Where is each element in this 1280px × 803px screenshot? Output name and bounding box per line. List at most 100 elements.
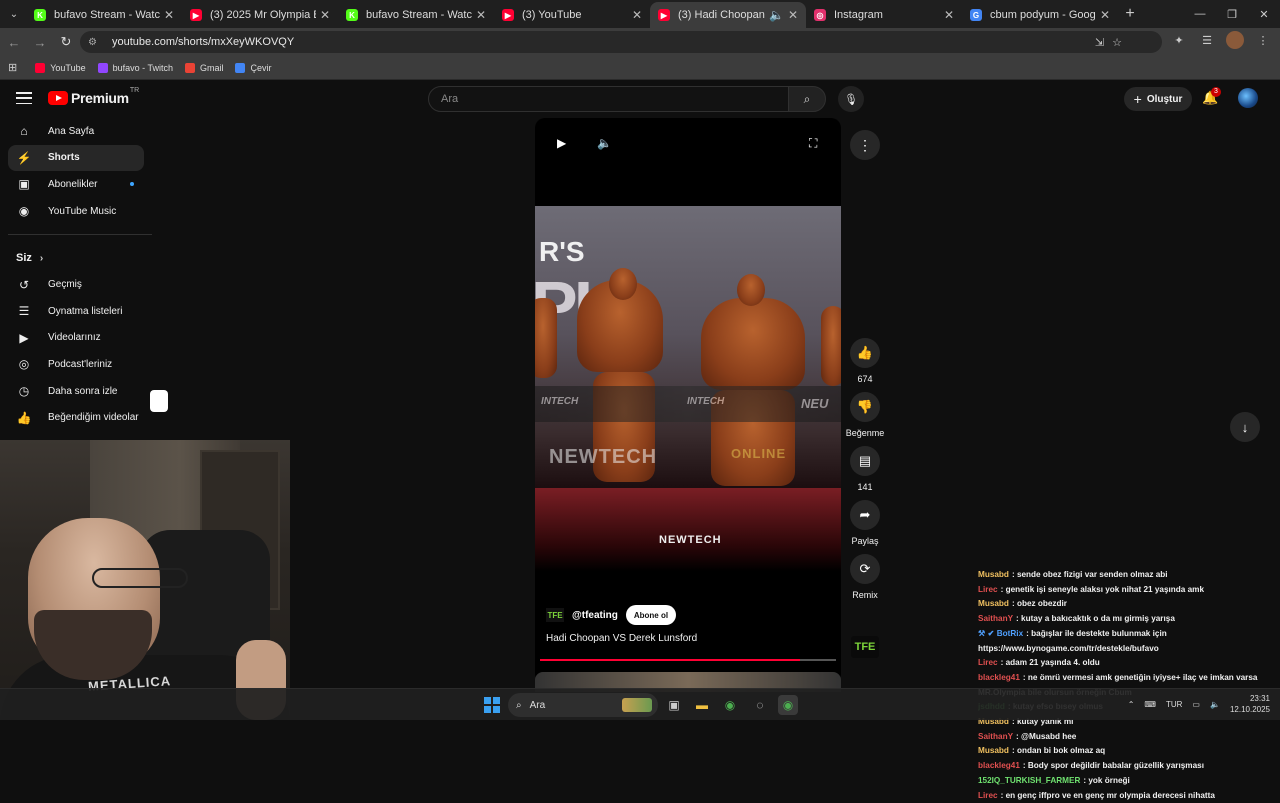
chat-username[interactable]: blackleg41 <box>978 673 1020 682</box>
bookmark-star-icon[interactable]: ☆ <box>1112 36 1122 49</box>
chat-username[interactable]: BotRix <box>997 629 1023 638</box>
address-bar[interactable]: ⚙ youtube.com/shorts/mxXeyWKOVQY ⇲ ☆ <box>80 31 1162 53</box>
subscribe-button[interactable]: Abone ol <box>625 605 677 625</box>
browser-tab[interactable]: Kbufavo Stream - Watch Live on ✕ <box>338 2 494 28</box>
tab-close-icon[interactable]: ✕ <box>944 8 954 22</box>
channel-logo[interactable]: TFE <box>546 608 564 622</box>
channel-thumbnail[interactable]: TFE <box>851 636 879 658</box>
browser-tab[interactable]: ▶ (3) Hadi Choopan VS Derek 🔈 ✕ <box>650 2 806 28</box>
install-app-icon[interactable]: ⇲ <box>1095 36 1104 49</box>
sidebar-you-header[interactable]: Siz › <box>0 245 152 271</box>
sidebar-item-youtube-music[interactable]: ◉ YouTube Music <box>8 198 144 225</box>
account-avatar[interactable] <box>1238 88 1258 108</box>
play-icon[interactable]: ▶ <box>557 136 566 150</box>
chat-username[interactable]: SaithanY <box>978 614 1013 623</box>
reading-list-icon[interactable]: ☰ <box>1198 31 1216 49</box>
forward-button[interactable]: → <box>28 30 52 54</box>
bookmark-item[interactable]: bufavo - Twitch <box>97 62 173 73</box>
minimize-button[interactable]: — <box>1184 0 1216 28</box>
browser-tab[interactable]: ▶ (3) 2025 Mr Olympia Bodybuild ✕ <box>182 2 338 28</box>
tab-close-icon[interactable]: ✕ <box>320 8 330 22</box>
search-input[interactable]: Ara <box>428 86 790 112</box>
shorts-player[interactable]: ▶ 🔈 ⛶ R'S PIA INTECH INTECH NEU NEWTECH … <box>535 118 841 684</box>
chat-username[interactable]: Musabd <box>978 746 1009 755</box>
language-indicator[interactable]: TUR <box>1166 700 1182 709</box>
windows-start-icon[interactable] <box>484 697 500 713</box>
bookmark-item[interactable]: Gmail <box>184 62 223 73</box>
dislike-icon[interactable]: 👎 <box>850 392 880 422</box>
chrome-active-icon[interactable]: ◉ <box>778 695 798 715</box>
extensions-icon[interactable]: ✦ <box>1170 31 1188 49</box>
remix-button[interactable]: ⟳ Remix <box>850 554 880 600</box>
tab-close-icon[interactable]: ✕ <box>632 8 642 22</box>
back-button[interactable]: ← <box>2 30 26 54</box>
tab-close-icon[interactable]: ✕ <box>164 8 174 22</box>
browser-tab[interactable]: ▶ (3) YouTube ✕ <box>494 2 650 28</box>
keyboard-icon[interactable]: ⌨ <box>1144 700 1156 709</box>
more-options-button[interactable]: ⋮ <box>850 130 880 160</box>
sidebar-item-your-videos[interactable]: ▶ Videolarınız <box>8 325 144 352</box>
tab-close-icon[interactable]: ✕ <box>788 8 798 22</box>
chat-username[interactable]: Lirec <box>978 585 998 594</box>
browser-tab[interactable]: ◎ Instagram ✕ <box>806 2 962 28</box>
bookmark-item[interactable]: YouTube <box>35 62 86 73</box>
volume-icon[interactable]: 🔈 <box>597 136 612 150</box>
tab-search-button[interactable]: ⌄ <box>2 4 26 24</box>
chat-username[interactable]: Musabd <box>978 570 1009 579</box>
chat-username[interactable]: Lirec <box>978 658 998 667</box>
profile-avatar[interactable] <box>1226 31 1244 49</box>
tab-audio-icon[interactable]: 🔈 <box>769 8 784 22</box>
youtube-premium-logo[interactable]: Premium TR <box>48 87 139 106</box>
network-icon[interactable]: ▭ <box>1192 700 1200 709</box>
sidebar-item-liked[interactable]: 👍 Beğendiğim videolar <box>8 404 144 431</box>
bookmark-item[interactable]: Çevir <box>235 62 272 73</box>
apps-grid-icon[interactable]: ⊞ <box>8 61 17 74</box>
file-explorer-icon[interactable]: ▬ <box>692 695 712 715</box>
new-tab-button[interactable]: + <box>1118 5 1142 23</box>
tab-close-icon[interactable]: ✕ <box>1100 8 1110 22</box>
tab-close-icon[interactable]: ✕ <box>476 8 486 22</box>
next-short-button[interactable]: ↓ <box>1230 412 1260 442</box>
browser-tab[interactable]: Gcbum podyum - Google'da Ara ✕ <box>962 2 1118 28</box>
share-button[interactable]: ➦ Paylaş <box>850 500 880 546</box>
sidebar-item-watch-later[interactable]: ◷ Daha sonra izle <box>8 378 144 405</box>
reload-button[interactable]: ↻ <box>54 30 78 54</box>
channel-name[interactable]: @tfeating <box>572 610 618 621</box>
tray-chevron-icon[interactable]: ⌃ <box>1128 700 1135 709</box>
like-button[interactable]: 👍 674 <box>850 338 880 384</box>
sidebar-item-history[interactable]: ↺ Geçmiş <box>8 271 144 298</box>
chat-username[interactable]: SaithanY <box>978 732 1013 741</box>
task-view-icon[interactable]: ▣ <box>664 695 684 715</box>
sidebar-item-playlists[interactable]: ☰ Oynatma listeleri <box>8 298 144 325</box>
comments-button[interactable]: ▤ 141 <box>850 446 880 492</box>
browser-tab[interactable]: Kbufavo Stream - Watch Live on ✕ <box>26 2 182 28</box>
close-window-button[interactable]: ✕ <box>1248 0 1280 28</box>
chrome-icon[interactable]: ◉ <box>720 695 740 715</box>
obs-icon[interactable]: ◌ <box>750 695 770 715</box>
comments-icon[interactable]: ▤ <box>850 446 880 476</box>
menu-icon[interactable] <box>16 92 32 104</box>
maximize-button[interactable]: ❐ <box>1216 0 1248 28</box>
sidebar-item-shorts[interactable]: ⚡ Shorts <box>8 144 144 172</box>
create-button[interactable]: + Oluştur <box>1124 87 1192 111</box>
dislike-button[interactable]: 👎 Beğenme <box>846 392 884 438</box>
chat-username[interactable]: Lirec <box>978 791 998 800</box>
sidebar-item-ana-sayfa[interactable]: ⌂ Ana Sayfa <box>8 118 144 145</box>
chat-username[interactable]: Musabd <box>978 599 1009 608</box>
remix-icon[interactable]: ⟳ <box>850 554 880 584</box>
chat-username[interactable]: 152IQ_TURKISH_FARMER <box>978 776 1080 785</box>
share-icon[interactable]: ➦ <box>850 500 880 530</box>
search-button[interactable]: ⌕ <box>788 86 826 112</box>
notifications-button[interactable]: 🔔 3 <box>1202 87 1221 108</box>
taskbar-search[interactable]: ⌕ Ara <box>508 693 658 717</box>
progress-bar[interactable] <box>540 659 836 661</box>
like-icon[interactable]: 👍 <box>850 338 880 368</box>
short-title[interactable]: Hadi Choopan VS Derek Lunsford <box>546 633 836 644</box>
sidebar-item-podcasts[interactable]: ◎ Podcast'leriniz <box>8 351 144 378</box>
clock[interactable]: 23:31 12.10.2025 <box>1230 693 1270 715</box>
site-info-icon[interactable]: ⚙ <box>88 37 102 48</box>
chat-username[interactable]: blackleg41 <box>978 761 1020 770</box>
chrome-menu-icon[interactable]: ⋮ <box>1254 31 1272 49</box>
sidebar-item-abonelikler[interactable]: ▣ Abonelikler <box>8 171 144 198</box>
fullscreen-icon[interactable]: ⛶ <box>809 136 817 151</box>
